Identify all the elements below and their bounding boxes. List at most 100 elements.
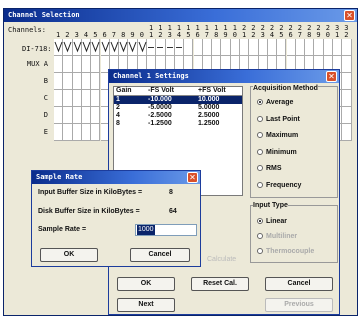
acquisition-radio[interactable]: Last Point: [257, 116, 300, 123]
input-buffer-label: Input Buffer Size in KiloBytes =: [38, 189, 143, 196]
radio-icon: [257, 115, 263, 122]
channel-cell[interactable]: [342, 56, 352, 73]
close-icon[interactable]: ✕: [326, 71, 337, 82]
input-type-radio[interactable]: Linear: [257, 218, 287, 225]
channel-cell[interactable]: [81, 90, 92, 107]
acquisition-option-label: Frequency: [266, 181, 302, 189]
ok-button[interactable]: OK: [117, 277, 175, 291]
channel-cell[interactable]: [267, 39, 278, 56]
gain-table-row[interactable]: 1 -10.000 10.000: [114, 96, 242, 104]
dash-icon[interactable]: [174, 39, 185, 56]
channel-cell[interactable]: [81, 107, 92, 124]
row-label: MUX A: [26, 60, 48, 68]
checkmark-icon[interactable]: [81, 39, 92, 56]
channel-cell[interactable]: [54, 124, 64, 141]
channel-cell[interactable]: [91, 90, 101, 107]
checkmark-icon[interactable]: [128, 39, 138, 56]
channel-cell[interactable]: [91, 124, 101, 141]
channel-cell[interactable]: [230, 39, 240, 56]
channel-cell[interactable]: [63, 124, 73, 141]
channel-cell[interactable]: [221, 39, 231, 56]
channel-cell[interactable]: [212, 39, 222, 56]
channel-cell[interactable]: [333, 39, 343, 56]
channel-cell[interactable]: [81, 56, 92, 73]
channel-cell[interactable]: [342, 124, 352, 141]
checkmark-icon[interactable]: [54, 39, 64, 56]
acquisition-radio[interactable]: Minimum: [257, 149, 297, 156]
acquisition-radio[interactable]: Frequency: [257, 182, 301, 189]
gain-table-row[interactable]: 2 -5.0000 5.0000: [114, 104, 242, 112]
channel-cell[interactable]: [63, 56, 73, 73]
channel-cell[interactable]: [54, 56, 64, 73]
channel-cell[interactable]: [81, 124, 92, 141]
channel-cell[interactable]: [54, 73, 64, 90]
channel-cell[interactable]: [286, 39, 296, 56]
gain-table-header: Gain -FS Volt +FS Volt: [114, 87, 242, 96]
channel-cell[interactable]: [258, 39, 268, 56]
reset-cal-button[interactable]: Reset Cal.: [191, 277, 249, 291]
channel-cell[interactable]: [63, 107, 73, 124]
channel-cell[interactable]: [91, 107, 101, 124]
checkmark-icon[interactable]: [137, 39, 147, 56]
channel-cell[interactable]: [249, 39, 259, 56]
close-icon[interactable]: ✕: [187, 172, 198, 183]
channel-cell[interactable]: [63, 90, 73, 107]
channel-cell[interactable]: [81, 73, 92, 90]
channel-cell[interactable]: [91, 56, 101, 73]
checkmark-icon[interactable]: [119, 39, 129, 56]
gain-table-cell: 2.5000: [198, 112, 220, 119]
channel-selection-titlebar: Channel Selection ✕: [4, 9, 357, 22]
channel-cell[interactable]: [342, 39, 352, 56]
sample-cancel-button[interactable]: Cancel: [130, 248, 190, 262]
sample-ok-button[interactable]: OK: [40, 248, 98, 262]
channel-units-digit: 0: [232, 31, 237, 39]
gain-table-row[interactable]: 4 -2.5000 2.5000: [114, 112, 242, 120]
channel-cell[interactable]: [72, 124, 82, 141]
acquisition-radio[interactable]: Maximum: [257, 132, 298, 139]
channel-units-digit: 8: [307, 31, 312, 39]
channel-cell[interactable]: [295, 39, 306, 56]
channel-units-digit: 7: [111, 31, 117, 39]
channel-cell[interactable]: [54, 107, 64, 124]
dash-icon[interactable]: [165, 39, 175, 56]
channel-cell[interactable]: [240, 39, 250, 56]
close-icon[interactable]: ✕: [344, 10, 355, 21]
channel-cell[interactable]: [323, 39, 333, 56]
gain-table-cell: 2: [116, 104, 120, 111]
input-type-radio: Multiliner: [257, 233, 297, 240]
channel-cell[interactable]: [277, 39, 287, 56]
checkmark-icon[interactable]: [63, 39, 73, 56]
acquisition-option-label: Last Point: [266, 115, 300, 123]
channel-cell[interactable]: [72, 73, 82, 90]
channel-cell[interactable]: [63, 73, 73, 90]
channel-units-digit: 4: [176, 31, 182, 39]
dash-icon[interactable]: [156, 39, 166, 56]
sample-rate-input[interactable]: 1000: [135, 224, 197, 236]
channel-cell[interactable]: [342, 90, 352, 107]
channel-cell[interactable]: [342, 107, 352, 124]
checkmark-icon[interactable]: [109, 39, 120, 56]
gain-table-row[interactable]: 8 -1.2500 1.2500: [114, 120, 242, 128]
channel-cell[interactable]: [202, 39, 213, 56]
channel-cell[interactable]: [342, 73, 352, 90]
acquisition-radio[interactable]: RMS: [257, 165, 282, 172]
acquisition-radio[interactable]: Average: [257, 99, 293, 106]
checkmark-icon[interactable]: [72, 39, 82, 56]
channel-units-digit: 2: [251, 31, 256, 39]
cancel-button[interactable]: Cancel: [265, 277, 333, 291]
channel-cell[interactable]: [193, 39, 203, 56]
checkmark-icon[interactable]: [91, 39, 101, 56]
channel-cell[interactable]: [184, 39, 194, 56]
channel-cell[interactable]: [72, 90, 82, 107]
channel-cell[interactable]: [72, 56, 82, 73]
channel-cell[interactable]: [305, 39, 315, 56]
channel-cell[interactable]: [91, 73, 101, 90]
channel-cell[interactable]: [72, 107, 82, 124]
channel-cell[interactable]: [54, 90, 64, 107]
next-button[interactable]: Next: [117, 298, 175, 312]
sample-rate-dialog: Sample Rate ✕ Input Buffer Size in KiloB…: [31, 170, 201, 267]
acquisition-group: Acquisition Method Average Last Point Maxi…: [250, 85, 338, 198]
dash-icon[interactable]: [147, 39, 157, 56]
checkmark-icon[interactable]: [100, 39, 110, 56]
channel-cell[interactable]: [314, 39, 324, 56]
